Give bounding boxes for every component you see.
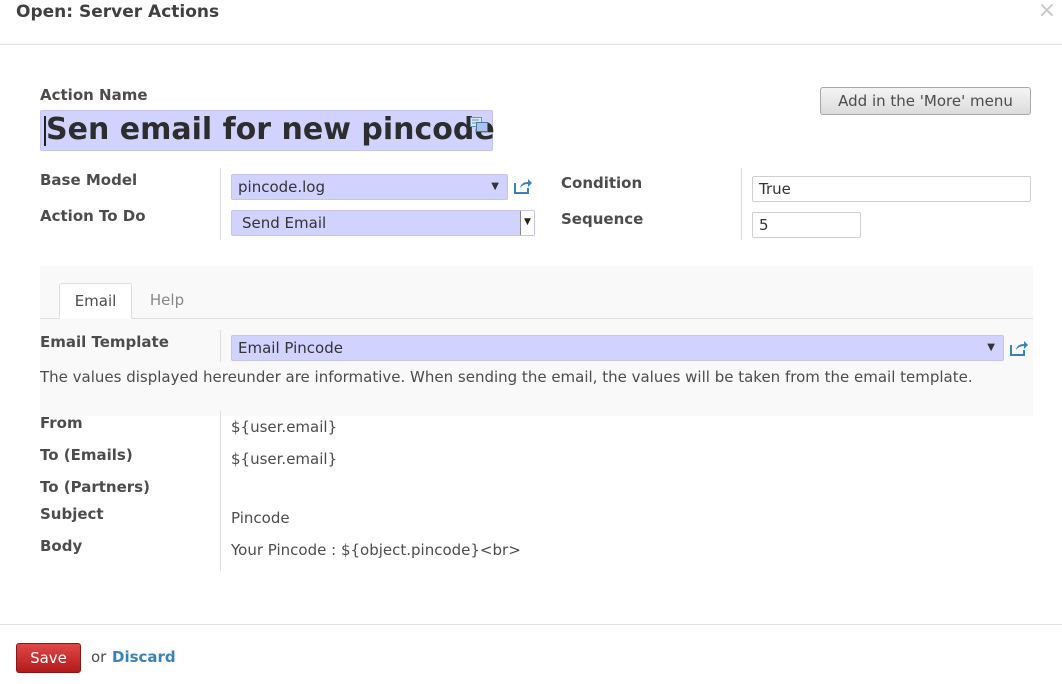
save-button[interactable]: Save bbox=[16, 643, 81, 673]
field-divider bbox=[220, 330, 221, 362]
from-label: From bbox=[40, 414, 83, 432]
add-to-more-menu-button[interactable]: Add in the 'More' menu bbox=[820, 87, 1031, 115]
base-model-label: Base Model bbox=[40, 171, 138, 189]
external-link-icon[interactable] bbox=[1009, 339, 1029, 357]
footer-divider bbox=[0, 624, 1062, 625]
subject-label: Subject bbox=[40, 505, 104, 523]
action-to-do-label: Action To Do bbox=[40, 207, 146, 225]
close-icon[interactable]: × bbox=[1038, 0, 1056, 22]
sequence-input[interactable]: 5 bbox=[752, 212, 861, 238]
discard-link[interactable]: Discard bbox=[112, 648, 176, 666]
info-text: The values displayed hereunder are infor… bbox=[40, 368, 973, 386]
action-name-label: Action Name bbox=[40, 86, 148, 104]
dialog-title: Open: Server Actions bbox=[16, 2, 220, 22]
action-name-value: Sen email for new pincode bbox=[46, 112, 495, 147]
dialog-header: Open: Server Actions × bbox=[0, 0, 1062, 45]
chevron-down-icon: ▼ bbox=[524, 217, 531, 227]
base-model-select[interactable]: pincode.log ▼ bbox=[231, 174, 508, 200]
body-label: Body bbox=[40, 537, 83, 555]
condition-input[interactable]: True bbox=[752, 176, 1031, 202]
body-value: Your Pincode : ${object.pincode}<br> bbox=[231, 541, 521, 559]
action-name-input[interactable]: Sen email for new pincode bbox=[40, 110, 495, 151]
field-divider bbox=[220, 168, 221, 240]
action-to-do-value: Send Email bbox=[242, 214, 327, 232]
sequence-value: 5 bbox=[759, 216, 769, 234]
sequence-label: Sequence bbox=[561, 210, 644, 228]
subject-value: Pincode bbox=[231, 509, 290, 527]
action-to-do-select[interactable]: Send Email ▼ bbox=[231, 210, 535, 236]
chevron-down-icon: ▼ bbox=[491, 181, 499, 192]
tab-email[interactable]: Email bbox=[59, 283, 132, 319]
condition-value: True bbox=[759, 180, 791, 198]
translate-icon[interactable] bbox=[470, 117, 488, 133]
tab-help[interactable]: Help bbox=[140, 283, 194, 319]
field-divider bbox=[220, 411, 221, 571]
base-model-value: pincode.log bbox=[238, 178, 326, 196]
to-emails-label: To (Emails) bbox=[40, 446, 133, 464]
email-template-label: Email Template bbox=[40, 333, 169, 351]
email-template-value: Email Pincode bbox=[238, 339, 343, 357]
from-value: ${user.email} bbox=[231, 418, 338, 436]
to-partners-label: To (Partners) bbox=[40, 478, 150, 496]
external-link-icon[interactable] bbox=[513, 177, 533, 195]
text-cursor bbox=[44, 116, 46, 146]
to-emails-value: ${user.email} bbox=[231, 450, 338, 468]
condition-label: Condition bbox=[561, 174, 643, 192]
field-divider bbox=[741, 168, 742, 240]
select-arrow-box: ▼ bbox=[520, 211, 534, 235]
chevron-down-icon: ▼ bbox=[987, 342, 995, 353]
email-template-select[interactable]: Email Pincode ▼ bbox=[231, 335, 1004, 361]
or-text: or bbox=[91, 648, 107, 666]
